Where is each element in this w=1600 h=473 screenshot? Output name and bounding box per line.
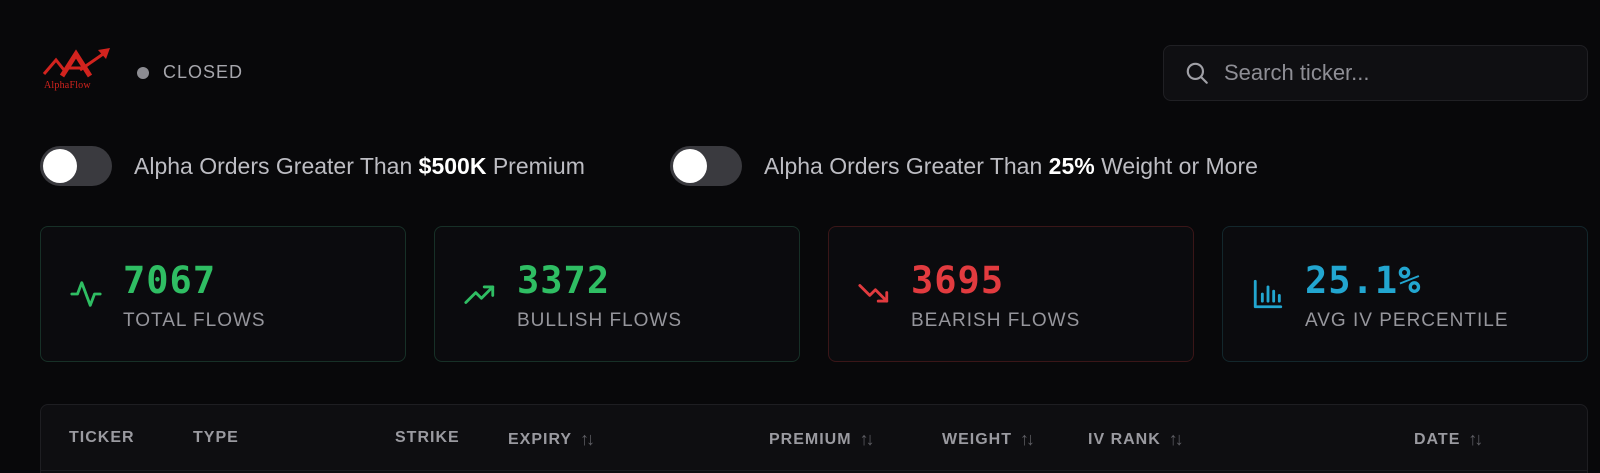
column-header-type[interactable]: TYPE bbox=[193, 429, 239, 447]
column-header-strike[interactable]: STRIKE bbox=[395, 429, 460, 447]
premium-filter-label: Alpha Orders Greater Than $500K Premium bbox=[134, 152, 585, 179]
bullish-flows-card: 3372 BULLISH FLOWS bbox=[434, 226, 800, 362]
toggle-knob bbox=[673, 149, 707, 183]
bearish-flows-card: 3695 BEARISH FLOWS bbox=[828, 226, 1194, 362]
weight-filter-toggle[interactable] bbox=[670, 146, 742, 186]
sort-icon[interactable]: ↑↓ bbox=[1169, 429, 1184, 450]
weight-threshold: 25% bbox=[1048, 152, 1095, 179]
market-status-text: CLOSED bbox=[163, 62, 244, 82]
column-header-expiry[interactable]: EXPIRY ↑↓ bbox=[508, 429, 595, 450]
weight-filter-label: Alpha Orders Greater Than 25% Weight or … bbox=[764, 152, 1258, 179]
sort-icon[interactable]: ↑↓ bbox=[1020, 429, 1035, 450]
column-header-iv-rank[interactable]: IV RANK ↑↓ bbox=[1088, 429, 1184, 450]
column-header-date[interactable]: DATE ↑↓ bbox=[1414, 429, 1483, 450]
weight-filter: Alpha Orders Greater Than 25% Weight or … bbox=[670, 146, 1258, 186]
trending-up-icon bbox=[464, 285, 495, 304]
avg-iv-percentile-value: 25.1% bbox=[1305, 259, 1422, 302]
avg-iv-percentile-card: 25.1% AVG IV PERCENTILE bbox=[1222, 226, 1588, 362]
bearish-flows-label: BEARISH FLOWS bbox=[911, 310, 1081, 331]
activity-icon bbox=[70, 281, 102, 307]
bearish-flows-value: 3695 bbox=[911, 259, 1005, 302]
logo-mark-icon bbox=[42, 48, 110, 78]
status-dot-icon bbox=[137, 66, 149, 79]
search-icon bbox=[1186, 62, 1208, 84]
logo-text: AlphaFlow bbox=[44, 80, 91, 91]
bar-chart-icon bbox=[1253, 279, 1283, 309]
premium-threshold: $500K bbox=[418, 152, 487, 179]
alphaflow-logo[interactable]: AlphaFlow bbox=[40, 44, 116, 96]
column-header-ticker[interactable]: TICKER bbox=[69, 429, 135, 447]
search-input[interactable] bbox=[1224, 60, 1564, 86]
sort-icon[interactable]: ↑↓ bbox=[860, 429, 875, 450]
total-flows-value: 7067 bbox=[123, 259, 217, 302]
search-box[interactable] bbox=[1163, 45, 1588, 101]
total-flows-label: TOTAL FLOWS bbox=[123, 310, 266, 331]
total-flows-card: 7067 TOTAL FLOWS bbox=[40, 226, 406, 362]
avg-iv-percentile-label: AVG IV PERCENTILE bbox=[1305, 310, 1509, 331]
table-header-row: TICKER TYPE STRIKE EXPIRY ↑↓ PREMIUM ↑↓ … bbox=[41, 405, 1587, 471]
toggle-knob bbox=[43, 149, 77, 183]
sort-icon[interactable]: ↑↓ bbox=[1468, 429, 1483, 450]
premium-filter: Alpha Orders Greater Than $500K Premium bbox=[40, 146, 585, 186]
trending-down-icon bbox=[858, 284, 889, 303]
market-status: CLOSED bbox=[137, 62, 243, 83]
bullish-flows-label: BULLISH FLOWS bbox=[517, 310, 683, 331]
flows-table: TICKER TYPE STRIKE EXPIRY ↑↓ PREMIUM ↑↓ … bbox=[40, 404, 1588, 473]
premium-filter-toggle[interactable] bbox=[40, 146, 112, 186]
column-header-premium[interactable]: PREMIUM ↑↓ bbox=[769, 429, 875, 450]
sort-icon[interactable]: ↑↓ bbox=[580, 429, 595, 450]
bullish-flows-value: 3372 bbox=[517, 259, 611, 302]
column-header-weight[interactable]: WEIGHT ↑↓ bbox=[942, 429, 1035, 450]
